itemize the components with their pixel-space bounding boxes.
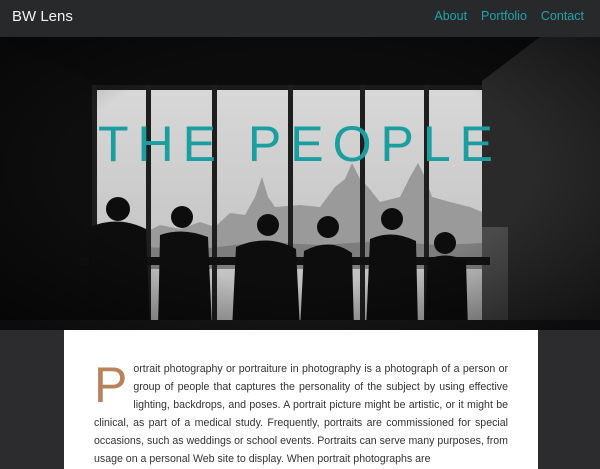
nav-link-about[interactable]: About	[434, 9, 467, 23]
navbar: BW Lens About Portfolio Contact	[0, 0, 600, 37]
brand-logo[interactable]: BW Lens	[12, 8, 73, 25]
nav-links: About Portfolio Contact	[434, 9, 584, 23]
hero-title: THE PEOPLE	[98, 116, 502, 172]
hero-banner: THE PEOPLE	[0, 37, 600, 330]
article-card: P ortrait photography or portraiture in …	[64, 330, 538, 469]
hero-photo	[0, 37, 600, 330]
dropcap-letter: P	[94, 357, 128, 413]
nav-link-portfolio[interactable]: Portfolio	[481, 9, 527, 23]
nav-link-contact[interactable]: Contact	[541, 9, 584, 23]
article-text: ortrait photography or portraiture in ph…	[94, 363, 508, 466]
article-body: P ortrait photography or portraiture in …	[94, 360, 508, 469]
